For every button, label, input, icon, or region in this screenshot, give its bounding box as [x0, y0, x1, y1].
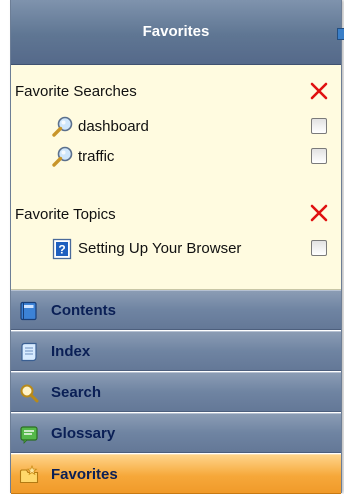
favorite-search-checkbox[interactable]	[311, 148, 327, 164]
magnifier-icon	[52, 116, 73, 137]
favorite-search-label[interactable]: traffic	[78, 148, 114, 165]
magnifier-icon	[52, 146, 73, 167]
nav-tab-label[interactable]: Search	[51, 384, 101, 401]
glossary-icon	[20, 426, 38, 444]
nav-tab-label[interactable]: Favorites	[51, 466, 118, 483]
help-navigation-pane: Favorites Favorite Searches dashboard tr…	[10, 0, 344, 494]
nav-tab-index[interactable]: Index	[11, 331, 341, 371]
favorite-search-checkbox[interactable]	[311, 118, 327, 134]
favorite-search-item[interactable]: dashboard	[51, 115, 341, 141]
favorite-topic-label[interactable]: Setting Up Your Browser	[78, 240, 241, 257]
nav-tab-glossary[interactable]: Glossary	[11, 413, 341, 453]
help-topic-icon: ?	[52, 238, 72, 260]
nav-tab-label[interactable]: Glossary	[51, 425, 115, 442]
remove-topics-x-icon[interactable]	[309, 203, 329, 223]
nav-tab-favorites[interactable]: Favorites	[11, 454, 341, 494]
nav-tab-search[interactable]: Search	[11, 372, 341, 412]
index-page-icon	[21, 342, 37, 362]
favorite-topics-heading: Favorite Topics	[15, 206, 116, 223]
resize-handle-icon[interactable]	[337, 28, 344, 40]
nav-tab-label[interactable]: Index	[51, 343, 90, 360]
book-icon	[20, 301, 37, 321]
nav-tab-label[interactable]: Contents	[51, 302, 116, 319]
favorite-topic-checkbox[interactable]	[311, 240, 327, 256]
remove-searches-x-icon[interactable]	[309, 81, 329, 101]
favorite-search-label[interactable]: dashboard	[78, 118, 149, 135]
favorite-topic-item[interactable]: ? Setting Up Your Browser	[51, 237, 341, 263]
star-folder-icon	[19, 465, 39, 484]
search-icon	[20, 384, 39, 403]
nav-tab-contents[interactable]: Contents	[11, 290, 341, 330]
svg-text:?: ?	[58, 243, 65, 257]
favorite-search-item[interactable]: traffic	[51, 145, 341, 171]
favorites-content: Favorite Searches dashboard traffic Favo…	[11, 65, 341, 290]
pane-title: Favorites	[142, 23, 210, 40]
favorite-searches-heading: Favorite Searches	[15, 83, 137, 100]
pane-header: Favorites	[11, 0, 344, 65]
